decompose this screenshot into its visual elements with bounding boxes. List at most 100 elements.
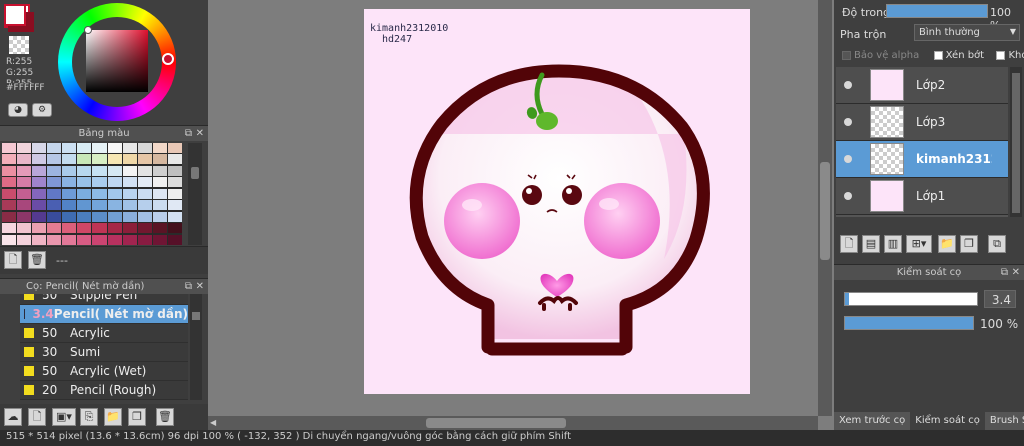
layer-visibility-icon[interactable]: [844, 192, 852, 200]
palette-swatch[interactable]: [107, 211, 122, 222]
palette-swatch[interactable]: [47, 211, 62, 222]
palette-swatch[interactable]: [47, 143, 62, 153]
palette-swatch[interactable]: [17, 211, 32, 222]
brush-item[interactable]: 20 Pencil (Rough): [20, 381, 188, 400]
palette-swatch[interactable]: [107, 223, 122, 234]
palette-swatch[interactable]: [2, 154, 17, 165]
duplicate-layer-button[interactable]: ❐: [960, 235, 978, 253]
clipping-checkbox[interactable]: [933, 50, 943, 60]
palette-swatch[interactable]: [62, 200, 77, 211]
layer-visibility-icon[interactable]: [844, 81, 852, 89]
palette-swatch[interactable]: [2, 143, 17, 153]
palette-swatch[interactable]: [167, 211, 182, 222]
palette-swatch[interactable]: [17, 177, 32, 188]
brush-item[interactable]: 3.4 Pencil( Nét mờ dần): [20, 305, 188, 324]
palette-swatch[interactable]: [152, 234, 167, 245]
new-brush-button[interactable]: 🗋: [28, 408, 46, 426]
lock-checkbox[interactable]: [996, 50, 1006, 60]
palette-swatch[interactable]: [152, 200, 167, 211]
palette-swatch[interactable]: [2, 165, 17, 176]
palette-swatch[interactable]: [167, 165, 182, 176]
palette-scroll-thumb[interactable]: [191, 167, 199, 179]
layer-folder-button[interactable]: 📁: [938, 235, 956, 253]
palette-swatch[interactable]: [62, 165, 77, 176]
color-mode-button[interactable]: ◕: [8, 103, 28, 117]
brush-item[interactable]: 50 Acrylic (Wet): [20, 362, 188, 381]
palette-swatch[interactable]: [47, 200, 62, 211]
palette-swatch[interactable]: [62, 188, 77, 199]
palette-swatch[interactable]: [17, 188, 32, 199]
palette-swatch[interactable]: [107, 177, 122, 188]
palette-swatch[interactable]: [122, 223, 137, 234]
palette-swatch[interactable]: [17, 143, 32, 153]
delete-palette-color-button[interactable]: 🗑: [28, 251, 46, 269]
palette-swatch[interactable]: [107, 165, 122, 176]
palette-swatch[interactable]: [92, 200, 107, 211]
palette-swatch[interactable]: [62, 211, 77, 222]
palette-swatch[interactable]: [32, 211, 47, 222]
brush-control-close-icon[interactable]: ✕: [1012, 265, 1020, 281]
palette-swatch[interactable]: [32, 154, 47, 165]
brush-folder-button[interactable]: 📁: [104, 408, 122, 426]
palette-swatch[interactable]: [77, 234, 92, 245]
layer-item[interactable]: kimanh2312010: [836, 141, 1008, 178]
palette-swatch[interactable]: [77, 143, 92, 153]
palette-swatch[interactable]: [92, 223, 107, 234]
transparent-color-swatch[interactable]: [9, 36, 29, 54]
palette-swatch[interactable]: [47, 165, 62, 176]
brush-item[interactable]: 50 Acrylic: [20, 324, 188, 343]
palette-swatch[interactable]: [2, 188, 17, 199]
palette-swatch[interactable]: [137, 165, 152, 176]
layer-scrollbar[interactable]: [1010, 67, 1022, 217]
palette-swatch[interactable]: [137, 177, 152, 188]
new-layer-button[interactable]: 🗋: [840, 235, 858, 253]
palette-swatch[interactable]: [47, 177, 62, 188]
palette-close-icon[interactable]: ✕: [196, 126, 204, 142]
canvas-hscroll-left-arrow[interactable]: ◀: [210, 418, 216, 427]
canvas-horizontal-scrollbar[interactable]: ◀: [208, 416, 818, 430]
palette-swatch[interactable]: [137, 234, 152, 245]
palette-swatch[interactable]: [17, 234, 32, 245]
brush-size-slider[interactable]: [844, 292, 978, 306]
palette-swatch[interactable]: [152, 143, 167, 153]
new-palette-color-button[interactable]: 🗋: [4, 251, 22, 269]
palette-swatch[interactable]: [77, 188, 92, 199]
brush-scrollbar[interactable]: [190, 294, 202, 400]
palette-swatch[interactable]: [77, 223, 92, 234]
palette-swatch[interactable]: [107, 200, 122, 211]
brush-opacity-slider[interactable]: [844, 316, 974, 330]
new-layer-8bit-button[interactable]: ▤: [862, 235, 880, 253]
palette-scrollbar[interactable]: [188, 143, 202, 245]
protect-alpha-checkbox[interactable]: [842, 50, 851, 60]
palette-swatch[interactable]: [152, 188, 167, 199]
merge-layer-button[interactable]: ⧉: [988, 235, 1006, 253]
layer-scroll-thumb[interactable]: [1012, 73, 1020, 213]
brush-close-icon[interactable]: ✕: [196, 279, 204, 295]
palette-swatch[interactable]: [77, 200, 92, 211]
canvas-workspace[interactable]: kimanh2312010 hd247 ◀: [208, 0, 834, 430]
palette-swatch[interactable]: [47, 154, 62, 165]
palette-popout-icon[interactable]: ⧉: [185, 126, 192, 142]
palette-swatch[interactable]: [167, 223, 182, 234]
duplicate-brush-button[interactable]: ⎘: [80, 408, 98, 426]
brush-scroll-thumb[interactable]: [192, 312, 200, 320]
brush-size-value-box[interactable]: 3.4: [984, 290, 1016, 308]
palette-swatch[interactable]: [152, 223, 167, 234]
palette-swatch[interactable]: [137, 188, 152, 199]
palette-swatch[interactable]: [2, 223, 17, 234]
brush-item[interactable]: 50 Stipple Pen: [20, 294, 188, 305]
palette-swatch[interactable]: [77, 165, 92, 176]
palette-swatch[interactable]: [2, 177, 17, 188]
palette-swatch[interactable]: [137, 211, 152, 222]
delete-brush-button[interactable]: 🗑: [156, 408, 174, 426]
brush-control-popout-icon[interactable]: ⧉: [1001, 265, 1008, 281]
palette-swatch[interactable]: [32, 234, 47, 245]
palette-swatch[interactable]: [167, 177, 182, 188]
brush-type-dropdown-button[interactable]: ▣▾: [52, 408, 76, 426]
blend-mode-dropdown[interactable]: Bình thường ▼: [914, 24, 1020, 41]
palette-swatch[interactable]: [47, 234, 62, 245]
add-layer-dropdown-button[interactable]: ⊞▾: [906, 235, 932, 253]
palette-swatch[interactable]: [167, 143, 182, 153]
palette-swatch[interactable]: [122, 154, 137, 165]
palette-swatch[interactable]: [32, 223, 47, 234]
